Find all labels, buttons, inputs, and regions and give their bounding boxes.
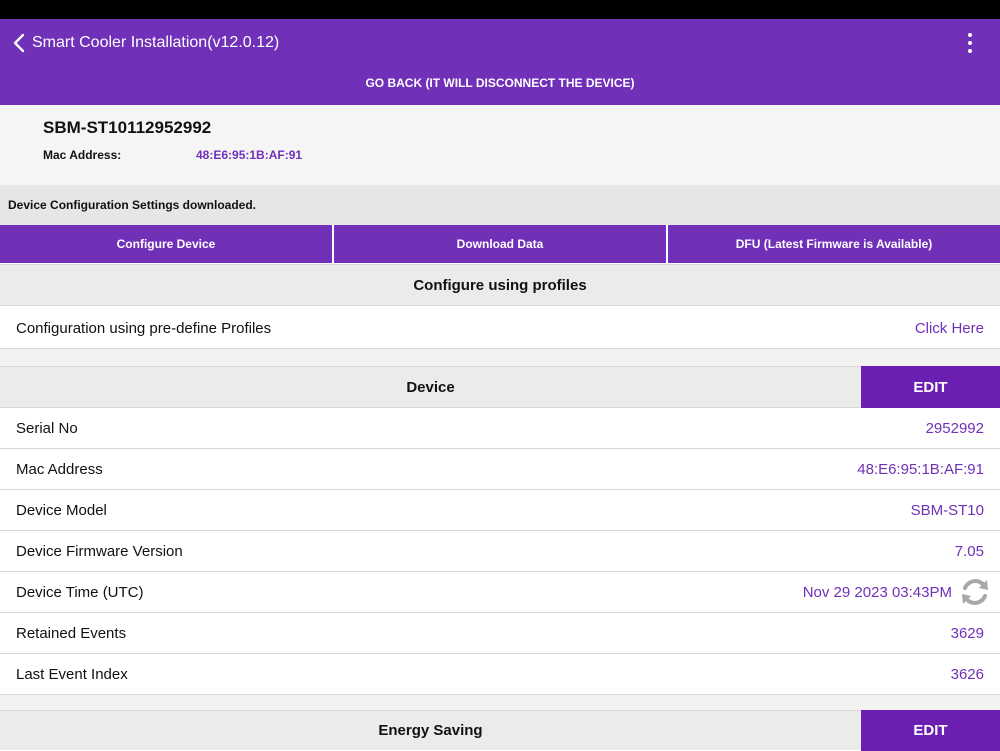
mac-address-row: Mac Address 48:E6:95:1B:AF:91 bbox=[0, 449, 1000, 490]
firmware-version-row: Device Firmware Version 7.05 bbox=[0, 531, 1000, 572]
sync-icon[interactable] bbox=[958, 575, 992, 609]
go-back-disconnect-link[interactable]: GO BACK (IT WILL DISCONNECT THE DEVICE) bbox=[0, 76, 1000, 90]
row-label: Device Firmware Version bbox=[16, 542, 183, 560]
row-value: 7.05 bbox=[954, 542, 984, 560]
status-message: Device Configuration Settings downloaded… bbox=[0, 185, 1000, 225]
energy-saving-section-title: Energy Saving bbox=[378, 722, 483, 739]
click-here-link[interactable]: Click Here bbox=[915, 320, 984, 337]
status-bar bbox=[0, 0, 1000, 19]
download-data-button[interactable]: Download Data bbox=[334, 225, 668, 263]
configure-device-button[interactable]: Configure Device bbox=[0, 225, 334, 263]
app-bar: Smart Cooler Installation(v12.0.12) GO B… bbox=[0, 19, 1000, 105]
app-title: Smart Cooler Installation(v12.0.12) bbox=[32, 34, 280, 51]
row-label: Device Model bbox=[16, 501, 107, 519]
row-value: 3626 bbox=[950, 665, 984, 683]
profiles-row-label: Configuration using pre-define Profiles bbox=[16, 320, 272, 337]
row-label: Mac Address bbox=[16, 460, 103, 478]
mac-address-label: Mac Address: bbox=[43, 148, 122, 162]
section-spacer bbox=[0, 695, 1000, 710]
last-event-index-row: Last Event Index 3626 bbox=[0, 654, 1000, 695]
retained-events-row: Retained Events 3629 bbox=[0, 613, 1000, 654]
row-label: Device Time (UTC) bbox=[16, 583, 144, 601]
row-label: Last Event Index bbox=[16, 665, 128, 683]
back-button[interactable]: Smart Cooler Installation(v12.0.12) bbox=[12, 31, 279, 55]
row-value: Nov 29 2023 03:43PM bbox=[802, 575, 988, 609]
device-header: SBM-ST10112952992 Mac Address: 48:E6:95:… bbox=[0, 105, 1000, 185]
energy-saving-section-header: Energy Saving EDIT bbox=[0, 710, 1000, 751]
device-section-header: Device EDIT bbox=[0, 366, 1000, 408]
profiles-row: Configuration using pre-define Profiles … bbox=[0, 309, 1000, 349]
energy-saving-edit-button[interactable]: EDIT bbox=[861, 710, 1000, 751]
device-time-row: Device Time (UTC) Nov 29 2023 03:43PM bbox=[0, 572, 1000, 613]
profiles-section-header: Configure using profiles bbox=[0, 264, 1000, 306]
dfu-button[interactable]: DFU (Latest Firmware is Available) bbox=[668, 225, 1000, 263]
row-label: Retained Events bbox=[16, 624, 127, 642]
device-section-title: Device bbox=[406, 378, 455, 396]
mac-address-value: 48:E6:95:1B:AF:91 bbox=[196, 148, 303, 162]
device-time-value: Nov 29 2023 03:43PM bbox=[802, 583, 952, 601]
profiles-section-title: Configure using profiles bbox=[413, 276, 587, 294]
device-model-row: Device Model SBM-ST10 bbox=[0, 490, 1000, 531]
row-value: 48:E6:95:1B:AF:91 bbox=[857, 460, 984, 478]
device-name: SBM-ST10112952992 bbox=[43, 118, 212, 137]
row-value: SBM-ST10 bbox=[910, 501, 984, 519]
serial-no-row: Serial No 2952992 bbox=[0, 408, 1000, 449]
row-label: Serial No bbox=[16, 419, 78, 437]
row-value: 2952992 bbox=[925, 419, 984, 437]
chevron-left-icon bbox=[13, 33, 25, 53]
row-value: 3629 bbox=[950, 624, 984, 642]
device-edit-button[interactable]: EDIT bbox=[861, 366, 1000, 408]
more-options-icon[interactable] bbox=[962, 31, 978, 55]
section-spacer bbox=[0, 349, 1000, 366]
action-bar: Configure Device Download Data DFU (Late… bbox=[0, 225, 1000, 263]
